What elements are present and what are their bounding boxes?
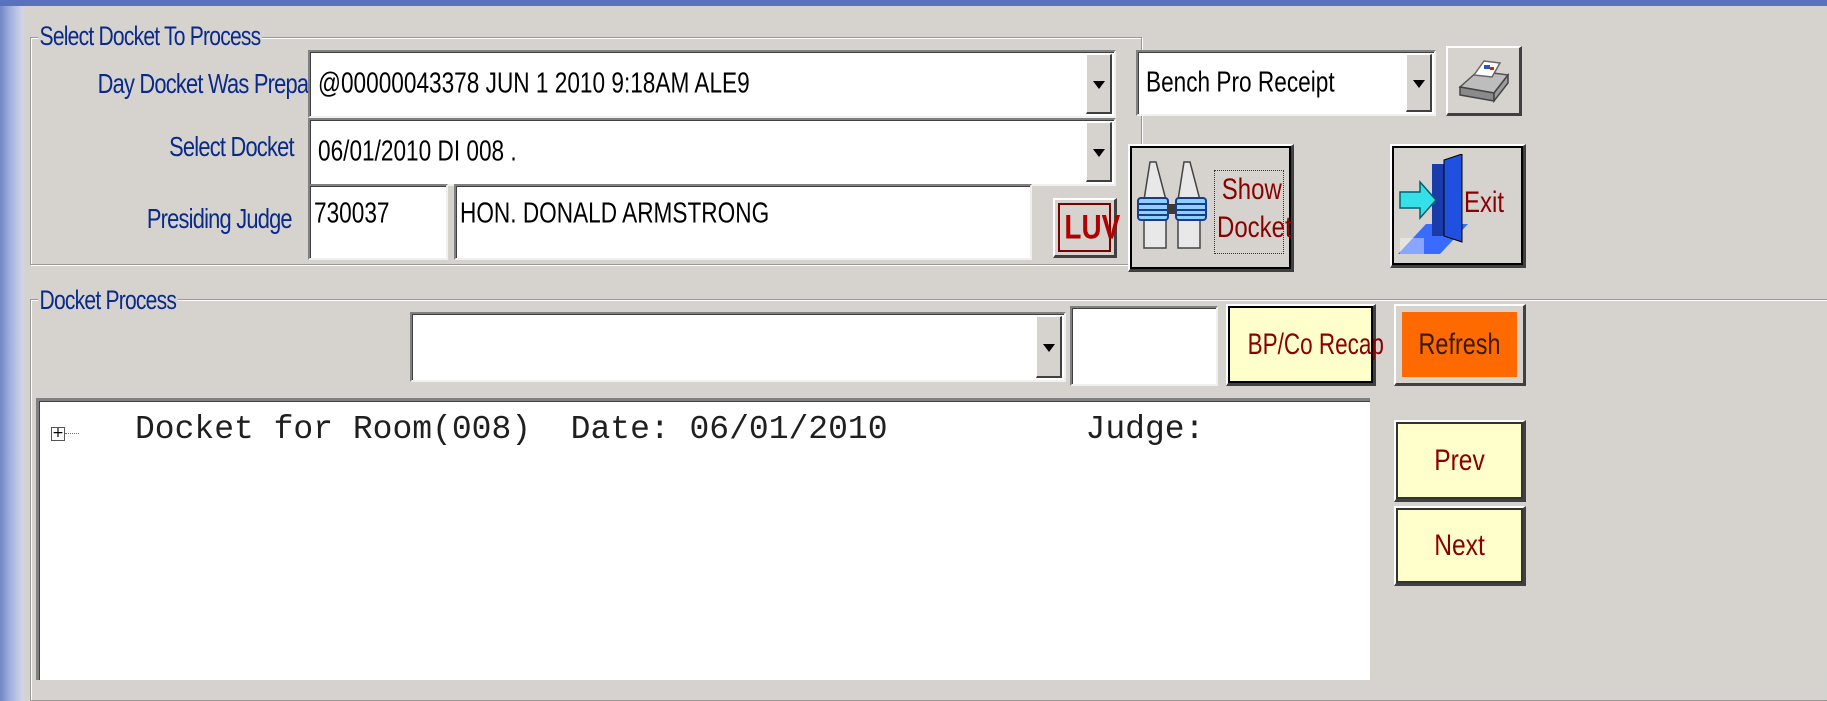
bp-co-recap-label: BP/Co Recap [1247,327,1384,361]
luv-button[interactable]: LUV [1053,198,1121,258]
refresh-button-label: Refresh [1418,327,1501,361]
docket-process-legend: Docket Process [38,285,178,315]
next-button-frame: Next [1396,508,1523,583]
bp-co-recap-button[interactable]: BP/Co Recap [1226,304,1384,386]
prev-button-frame: Prev [1396,422,1523,499]
binoculars-icon [1137,161,1207,249]
presiding-judge-label: Presiding Judge [147,203,293,234]
tree-expand-icon[interactable]: + [51,425,65,441]
exit-door-icon [1398,154,1468,254]
judge-code-field[interactable]: 730037 [308,184,448,260]
report-select-value: Bench Pro Receipt [1146,66,1335,99]
select-docket-select[interactable]: 06/01/2010 DI 008 . [308,118,1116,186]
judge-name-field[interactable]: HON. DONALD ARMSTRONG [454,184,1032,260]
exit-button[interactable]: Exit [1390,144,1526,268]
day-prepared-select[interactable]: @00000043378 JUN 1 2010 9:18AM ALE9 [308,50,1116,118]
show-docket-button[interactable]: Show Docket [1128,144,1294,272]
dropdown-arrow-icon[interactable] [1406,54,1432,112]
luv-button-frame: LUV [1058,203,1121,252]
dropdown-arrow-icon[interactable] [1036,316,1062,378]
docket-process-small-field[interactable] [1070,306,1218,386]
luv-button-label: LUV [1064,208,1121,246]
printer-icon [1458,60,1510,104]
tree-connector [65,433,79,434]
print-button[interactable] [1446,46,1522,116]
select-docket-legend: Select Docket To Process [38,21,262,51]
show-docket-label-line2: Docket [1217,211,1292,244]
prev-button-label: Prev [1434,443,1485,477]
day-prepared-value: @00000043378 JUN 1 2010 9:18AM ALE9 [318,67,750,100]
dropdown-arrow-icon[interactable] [1086,122,1112,182]
show-docket-label-box: Show Docket [1214,170,1292,254]
refresh-button-face: Refresh [1402,312,1517,377]
next-button-label: Next [1434,528,1485,562]
docket-tree[interactable]: + Docket for Room(008) Date: 06/01/2010 … [36,398,1370,680]
refresh-button[interactable]: Refresh [1394,304,1526,386]
report-select[interactable]: Bench Pro Receipt [1136,50,1436,116]
judge-code-value: 730037 [314,197,390,230]
prev-button[interactable]: Prev [1394,420,1526,502]
select-docket-value: 06/01/2010 DI 008 . [318,135,517,168]
select-docket-label: Select Docket [169,131,294,162]
next-button[interactable]: Next [1394,506,1526,586]
main-panel: Select Docket To Process Day Docket Was … [30,6,1827,701]
docket-process-select[interactable] [410,312,1066,382]
dropdown-arrow-icon[interactable] [1086,54,1112,114]
bp-co-recap-frame: BP/Co Recap [1228,306,1384,383]
tree-root-item[interactable]: Docket for Room(008) Date: 06/01/2010 Ju… [135,411,1204,448]
judge-name-value: HON. DONALD ARMSTRONG [460,197,770,230]
show-docket-label-line1: Show [1221,173,1282,206]
exit-button-label: Exit [1464,186,1505,219]
day-prepared-label: Day Docket Was Prepared [97,68,339,99]
